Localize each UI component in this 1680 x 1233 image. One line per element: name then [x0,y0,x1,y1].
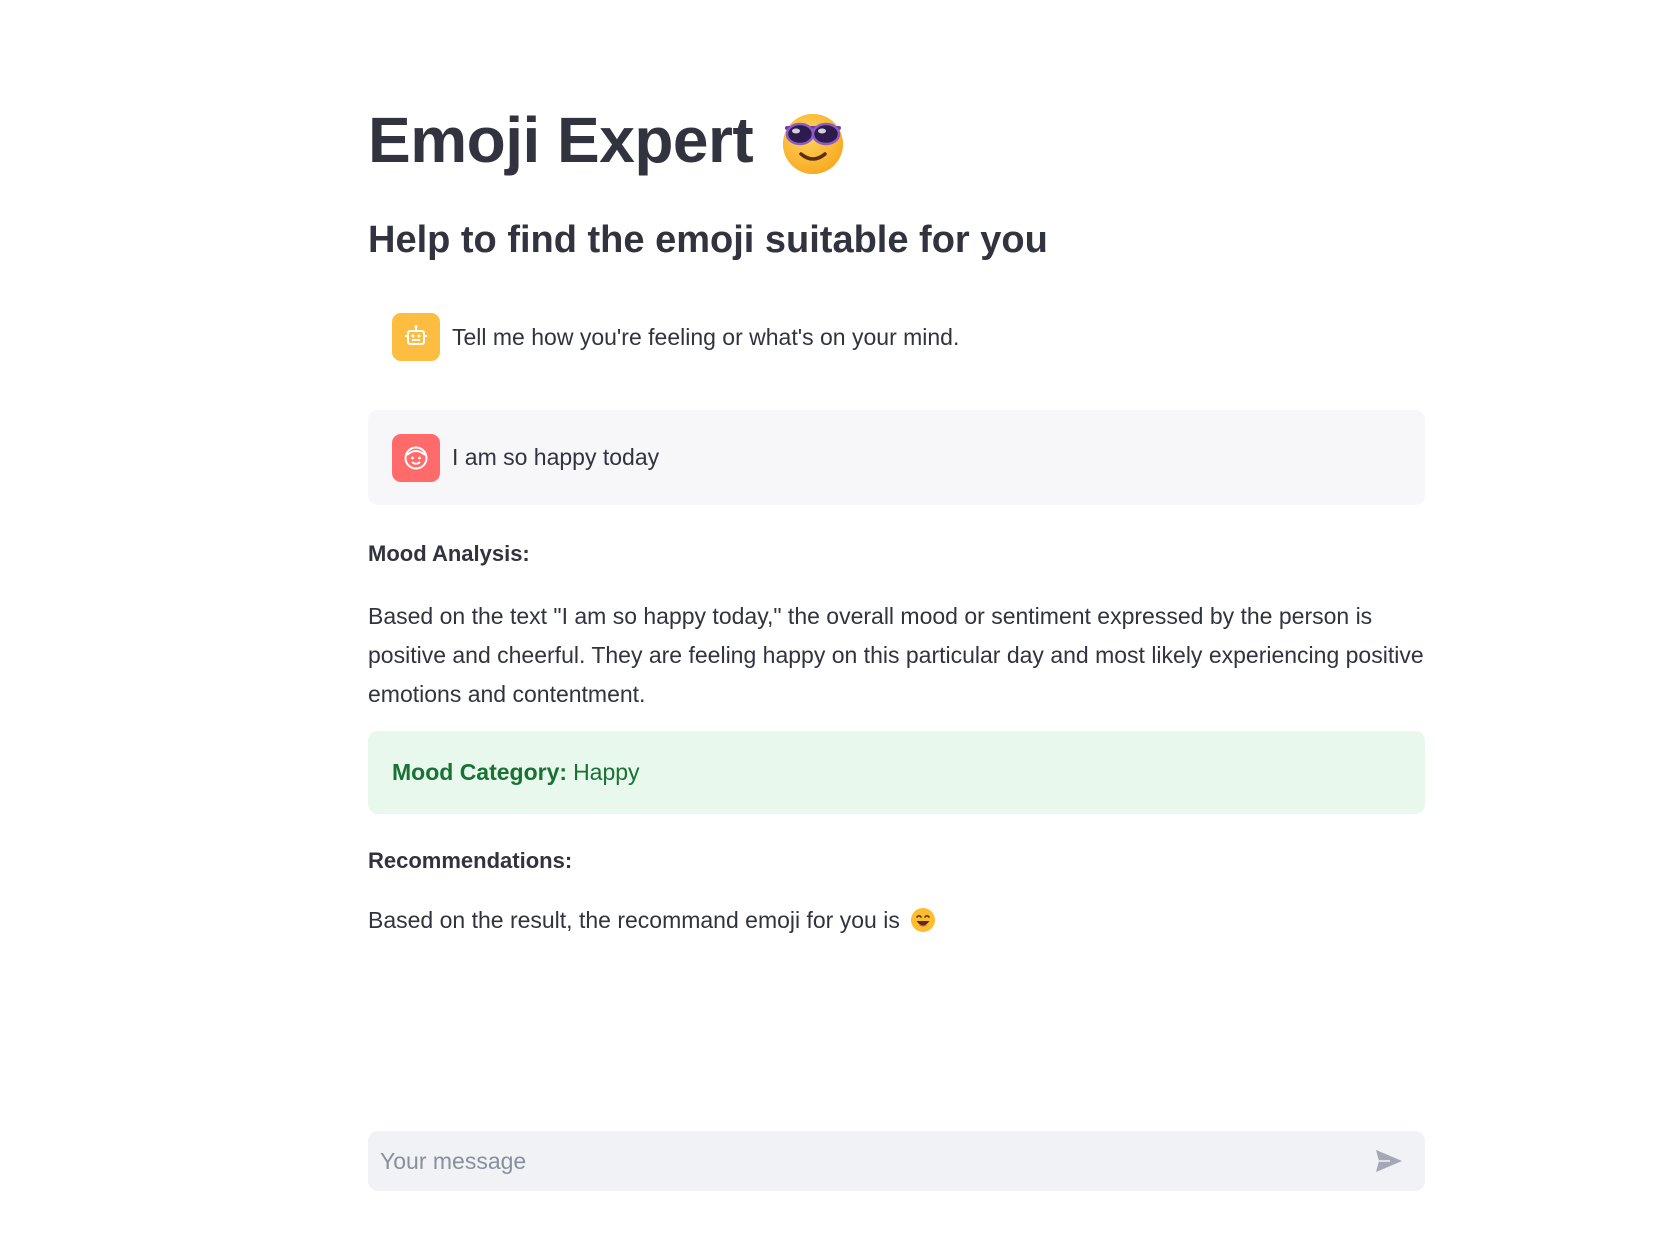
chat-input-bar [368,1130,1425,1192]
smiling-face-with-sunglasses-icon [777,104,849,176]
recommendations-heading: Recommendations: [368,848,573,873]
app-page: Emoji Expert Help to find the emoji suit… [0,0,1680,1233]
user-message-text: I am so happy today [452,444,660,470]
chat-message-user: I am so happy today [368,410,1425,505]
chat-message-assistant: Tell me how you're feeling or what's on … [368,312,1425,362]
send-icon [1376,1150,1402,1172]
robot-icon [392,313,440,361]
mood-analysis-text: Based on the text "I am so happy today,"… [368,603,1424,707]
recommendation-text: Based on the result, the recommand emoji… [368,906,900,933]
mood-category-label: Mood Category: [392,759,568,785]
mood-category-box: Mood Category: Happy [368,731,1425,814]
grinning-face-with-smiling-eyes-icon [910,907,936,933]
send-button[interactable] [1369,1141,1409,1181]
recommendation-line: Based on the result, the recommand emoji… [368,904,936,936]
user-face-icon [392,433,440,482]
message-input[interactable] [368,1130,1369,1192]
assistant-message-text: Tell me how you're feeling or what's on … [452,323,960,350]
mood-category-value: Happy [573,759,640,785]
title-row: Emoji Expert [368,100,849,180]
page-subtitle: Help to find the emoji suitable for you [368,219,1048,261]
page-title: Emoji Expert [368,104,754,176]
mood-analysis-heading: Mood Analysis: [368,541,530,566]
